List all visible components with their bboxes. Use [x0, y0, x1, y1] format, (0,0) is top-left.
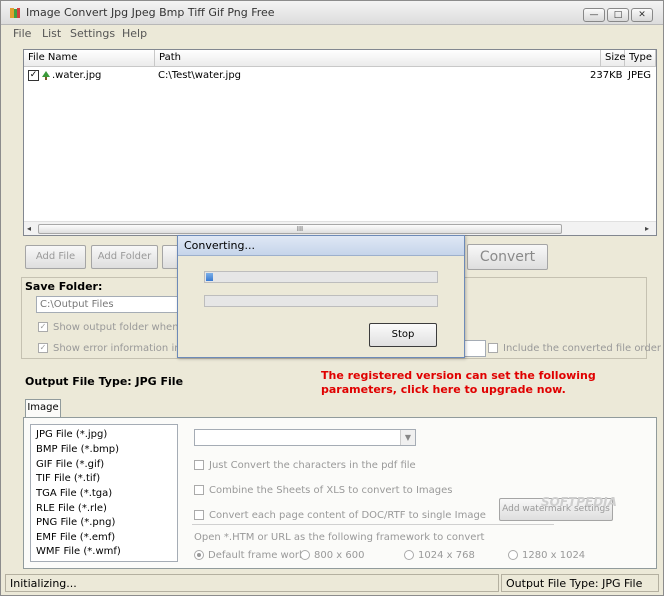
- pdf-chars-option[interactable]: Just Convert the characters in the pdf f…: [194, 460, 416, 471]
- framework-default-option[interactable]: Default frame work: [194, 550, 305, 561]
- include-order-label: Include the converted file order: [503, 343, 661, 354]
- file-list[interactable]: File Name Path Size Type ✓ .water.jpg C:…: [23, 49, 657, 236]
- file-type-list[interactable]: JPG File (*.jpg) BMP File (*.bmp) GIF Fi…: [30, 424, 178, 562]
- framework-1024-option[interactable]: 1024 x 768: [404, 550, 475, 561]
- title-bar: Image Convert Jpg Jpeg Bmp Tiff Gif Png …: [1, 1, 663, 25]
- dialog-title: Converting...: [178, 236, 464, 256]
- show-error-checkbox[interactable]: ✓: [38, 343, 48, 353]
- pdf-chars-label: Just Convert the characters in the pdf f…: [209, 460, 416, 471]
- output-file-type-label: Output File Type: JPG File: [25, 375, 184, 388]
- include-order-checkbox[interactable]: [488, 343, 498, 353]
- save-folder-input[interactable]: C:\Output Files: [36, 296, 178, 313]
- divider: [192, 524, 554, 525]
- column-type[interactable]: Type: [625, 50, 656, 67]
- image-file-icon: [42, 71, 50, 80]
- progress-fill: [206, 273, 213, 281]
- framework-1024-label: 1024 x 768: [418, 550, 475, 561]
- menu-settings[interactable]: Settings: [70, 27, 115, 40]
- doc-pages-option[interactable]: Convert each page content of DOC/RTF to …: [194, 510, 486, 521]
- column-path[interactable]: Path: [155, 50, 601, 67]
- main-window: Image Convert Jpg Jpeg Bmp Tiff Gif Png …: [0, 0, 664, 596]
- list-item[interactable]: RLE File (*.rle): [36, 503, 107, 514]
- scroll-left-icon[interactable]: ◂: [27, 224, 31, 233]
- watermark-logo: SOFTPEDIA: [541, 495, 617, 509]
- save-folder-title: Save Folder:: [25, 280, 103, 293]
- framework-800-option[interactable]: 800 x 600: [300, 550, 364, 561]
- close-button[interactable]: ✕: [631, 8, 653, 22]
- xls-combine-label: Combine the Sheets of XLS to convert to …: [209, 485, 453, 496]
- list-item[interactable]: GIF File (*.gif): [36, 459, 104, 470]
- include-order-option[interactable]: Include the converted file order: [488, 343, 661, 354]
- format-dropdown[interactable]: ▼: [194, 429, 416, 446]
- framework-1280-label: 1280 x 1024: [522, 550, 586, 561]
- show-output-checkbox[interactable]: ✓: [38, 322, 48, 332]
- row-file-name: .water.jpg: [52, 70, 102, 81]
- menu-list[interactable]: List: [42, 27, 61, 40]
- framework-800-label: 800 x 600: [314, 550, 365, 561]
- framework-1024-radio[interactable]: [404, 550, 414, 560]
- stop-button[interactable]: Stop: [369, 323, 437, 347]
- menu-bar: File List Settings Help: [1, 25, 663, 43]
- order-input[interactable]: [462, 340, 486, 357]
- maximize-button[interactable]: □: [607, 8, 629, 22]
- image-tab-panel: JPG File (*.jpg) BMP File (*.bmp) GIF Fi…: [23, 417, 657, 569]
- minimize-button[interactable]: —: [583, 8, 605, 22]
- row-type: JPEG: [628, 70, 652, 81]
- list-item[interactable]: TGA File (*.tga): [36, 488, 112, 499]
- horizontal-scrollbar[interactable]: ◂ III ▸: [24, 221, 656, 235]
- framework-1280-option[interactable]: 1280 x 1024: [508, 550, 585, 561]
- framework-default-radio[interactable]: [194, 550, 204, 560]
- convert-button[interactable]: Convert: [467, 244, 548, 270]
- column-size[interactable]: Size: [601, 50, 626, 67]
- tab-image[interactable]: Image: [25, 399, 61, 417]
- window-title: Image Convert Jpg Jpeg Bmp Tiff Gif Png …: [26, 6, 275, 19]
- row-size: 237KB: [590, 70, 623, 81]
- progress-bar-secondary: [204, 295, 438, 307]
- status-output-type: Output File Type: JPG File: [501, 574, 659, 592]
- column-file-name[interactable]: File Name: [24, 50, 155, 67]
- converting-dialog: Converting... Stop: [177, 235, 465, 358]
- pdf-chars-checkbox[interactable]: [194, 460, 204, 470]
- app-icon: [10, 8, 20, 18]
- scroll-thumb[interactable]: III: [38, 224, 562, 234]
- htm-framework-label: Open *.HTM or URL as the following frame…: [194, 532, 485, 543]
- chevron-down-icon[interactable]: ▼: [400, 430, 415, 445]
- xls-combine-checkbox[interactable]: [194, 485, 204, 495]
- table-row[interactable]: ✓ .water.jpg C:\Test\water.jpg 237KB JPE…: [24, 68, 656, 84]
- status-text: Initializing...: [5, 574, 499, 592]
- framework-800-radio[interactable]: [300, 550, 310, 560]
- list-item[interactable]: WMF File (*.wmf): [36, 546, 121, 557]
- list-item[interactable]: TIF File (*.tif): [36, 473, 100, 484]
- add-folder-button[interactable]: Add Folder: [91, 245, 158, 269]
- add-file-button[interactable]: Add File: [25, 245, 86, 269]
- row-checkbox[interactable]: ✓: [28, 70, 39, 81]
- xls-combine-option[interactable]: Combine the Sheets of XLS to convert to …: [194, 485, 453, 496]
- list-item[interactable]: PNG File (*.png): [36, 517, 115, 528]
- file-list-header: File Name Path Size Type: [24, 50, 656, 67]
- framework-1280-radio[interactable]: [508, 550, 518, 560]
- menu-help[interactable]: Help: [122, 27, 147, 40]
- doc-pages-label: Convert each page content of DOC/RTF to …: [209, 510, 486, 521]
- list-item[interactable]: BMP File (*.bmp): [36, 444, 119, 455]
- framework-default-label: Default frame work: [208, 550, 305, 561]
- status-bar: Initializing... Output File Type: JPG Fi…: [1, 572, 663, 595]
- list-item[interactable]: EMF File (*.emf): [36, 532, 115, 543]
- scroll-right-icon[interactable]: ▸: [645, 224, 649, 233]
- progress-bar: [204, 271, 438, 283]
- row-path: C:\Test\water.jpg: [158, 70, 242, 81]
- menu-file[interactable]: File: [13, 27, 31, 40]
- list-item[interactable]: JPG File (*.jpg): [36, 429, 107, 440]
- doc-pages-checkbox[interactable]: [194, 510, 204, 520]
- upgrade-link[interactable]: The registered version can set the follo…: [321, 369, 601, 397]
